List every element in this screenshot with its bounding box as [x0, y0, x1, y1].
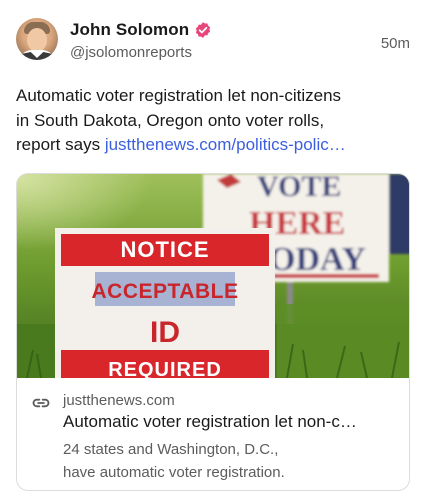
author-handle[interactable]: @jsolomonreports — [70, 44, 192, 61]
card-domain: justthenews.com — [63, 392, 175, 409]
link-icon — [31, 393, 51, 413]
post-text-line-2: in South Dakota, Oregon onto voter rolls… — [16, 110, 325, 130]
avatar[interactable] — [16, 18, 58, 60]
link-preview-card[interactable]: VOTE HERE ODAY NOTICE ACCEPTABLE ID REQU… — [16, 173, 410, 491]
card-description-line-2: have automatic voter registration. — [63, 464, 285, 481]
front-sign-bottom: REQUIRED — [108, 359, 222, 378]
post-text: Automatic voter registration let non-cit… — [16, 84, 410, 158]
card-description: 24 states and Washington, D.C., have aut… — [63, 438, 403, 484]
front-sign-top: NOTICE — [120, 237, 209, 262]
card-title[interactable]: Automatic voter registration let non-c… — [63, 412, 403, 432]
post-link[interactable]: justthenews.com/politics-polic… — [105, 135, 346, 154]
front-sign-mid: ACCEPTABLE — [92, 280, 239, 303]
card-description-line-1: 24 states and Washington, D.C., — [63, 441, 279, 458]
post-header: John Solomon @jsolomonreports 50m — [16, 18, 410, 70]
back-sign-line1: VOTE — [257, 174, 341, 203]
post-timestamp[interactable]: 50m — [381, 35, 410, 52]
verified-badge-icon — [194, 21, 212, 39]
social-post: John Solomon @jsolomonreports 50m Automa… — [0, 0, 426, 500]
back-sign-line3: ODAY — [269, 241, 366, 278]
post-text-prefix: report says — [16, 135, 105, 154]
author-display-name[interactable]: John Solomon — [70, 20, 189, 40]
front-sign-id: ID — [150, 316, 180, 349]
post-text-line-1: Automatic voter registration let non-cit… — [16, 86, 342, 105]
author-name-row: John Solomon — [70, 19, 212, 41]
link-preview-info[interactable]: justthenews.com Automatic voter registra… — [17, 380, 409, 490]
post-text-line-3: report says justthenews.com/politics-pol… — [16, 133, 410, 158]
link-preview-image[interactable]: VOTE HERE ODAY NOTICE ACCEPTABLE ID REQU… — [17, 174, 409, 378]
